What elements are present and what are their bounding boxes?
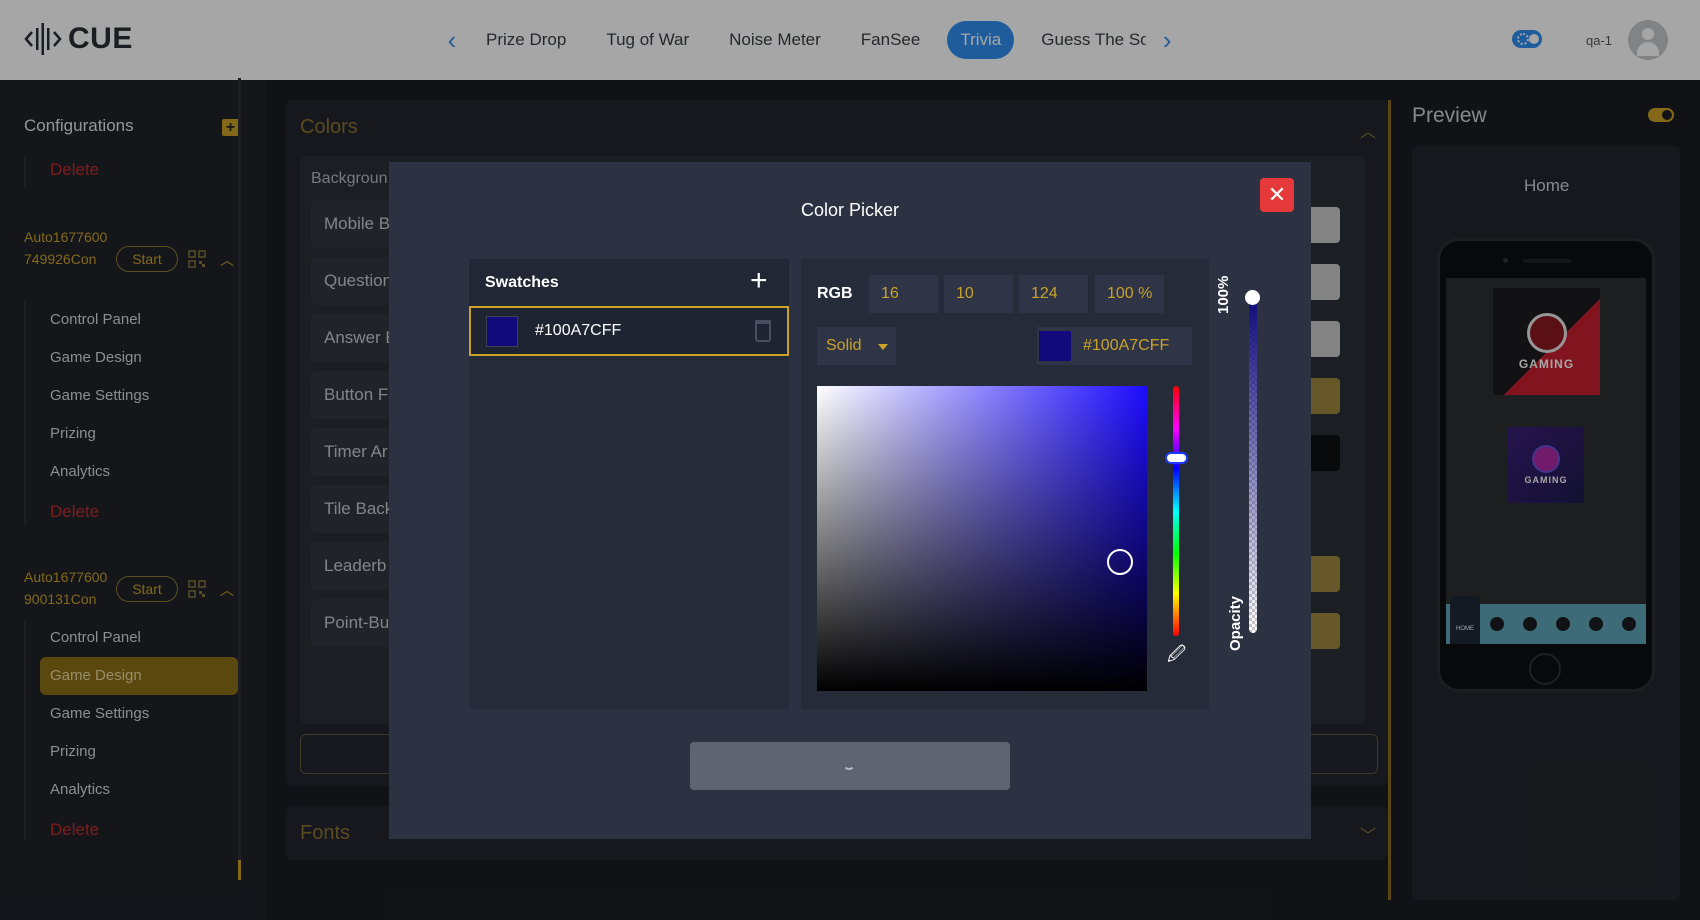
saturation-value-area[interactable] — [817, 386, 1147, 691]
hue-slider[interactable] — [1173, 386, 1179, 636]
eyedropper-icon[interactable]: 🖉 — [1167, 642, 1187, 664]
add-swatch-icon[interactable]: + — [750, 266, 768, 296]
close-icon[interactable]: ✕ — [1260, 178, 1294, 212]
loading-spinner-icon — [843, 758, 855, 770]
sv-handle[interactable] — [1107, 549, 1133, 575]
current-color-chip — [1039, 331, 1071, 361]
green-input[interactable]: 10 — [944, 275, 1013, 313]
opacity-value: 100% — [1215, 275, 1232, 314]
red-input[interactable]: 16 — [869, 275, 938, 313]
hue-handle[interactable] — [1165, 452, 1188, 464]
swatches-header: Swatches + — [469, 259, 789, 306]
swatch-color-chip — [486, 316, 518, 347]
opacity-slider[interactable] — [1249, 297, 1257, 633]
swatch-item[interactable]: #100A7CFF — [469, 306, 789, 356]
swatch-hex: #100A7CFF — [535, 322, 622, 339]
fill-type-select[interactable]: Solid — [817, 327, 896, 365]
hex-value: #100A7CFF — [1083, 337, 1170, 354]
picker-panel: RGB 16 10 124 100 % Solid #100A7CFF 🖉 — [801, 259, 1209, 709]
alpha-input[interactable]: 100 % — [1095, 275, 1164, 313]
color-picker-modal: Color Picker ✕ Swatches + #100A7CFF RGB … — [389, 162, 1311, 839]
opacity-label: Opacity — [1227, 595, 1244, 651]
hex-input[interactable]: #100A7CFF — [1037, 327, 1192, 365]
modal-title: Color Picker — [800, 200, 900, 220]
trash-icon[interactable] — [755, 320, 771, 342]
opacity-handle[interactable] — [1245, 290, 1260, 305]
blue-input[interactable]: 124 — [1019, 275, 1088, 313]
apply-button[interactable] — [690, 742, 1010, 790]
fill-type-value: Solid — [826, 337, 862, 354]
swatches-panel: Swatches + #100A7CFF — [469, 259, 789, 709]
swatches-title: Swatches — [485, 274, 559, 291]
caret-down-icon — [878, 344, 888, 350]
color-mode-label[interactable]: RGB — [817, 285, 853, 303]
